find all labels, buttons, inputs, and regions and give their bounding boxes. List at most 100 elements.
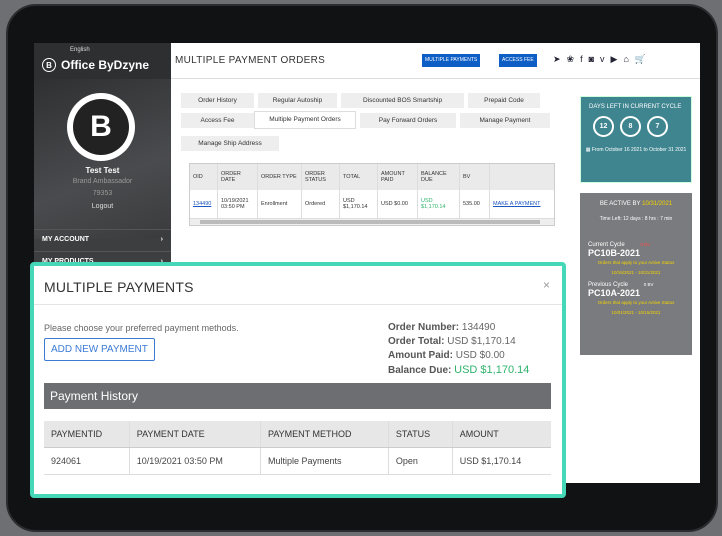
previous-cycle-bv: 0 BV <box>643 282 654 287</box>
cycle-range: ▦ From October 16 2021 to October 31 202… <box>581 137 691 154</box>
tab-manage-ship-address[interactable]: Manage Ship Address <box>181 136 279 151</box>
tab-prepaid-code[interactable]: Prepaid Code <box>468 93 540 108</box>
order-summary: Order Number: 134490 Order Total: USD $1… <box>388 321 529 378</box>
user-id: 79353 <box>92 190 113 197</box>
order-bv: 535.00 <box>460 190 490 218</box>
tab-pay-forward-orders[interactable]: Pay Forward Orders <box>360 113 456 128</box>
youtube-icon[interactable]: ▶ <box>611 54 618 65</box>
avatar-logo-icon: B <box>73 99 129 155</box>
current-cycle-bv: 0 BV <box>640 242 651 247</box>
payment-id: 924061 <box>44 447 130 475</box>
telegram-icon[interactable]: ➤ <box>553 54 561 65</box>
cycle-range-text: From October 16 2021 to October 31 2021 <box>591 147 687 153</box>
column-header: AMOUNT PAID <box>378 164 418 190</box>
order-number-value: 134490 <box>461 322 496 333</box>
brand-logo-icon: B <box>42 58 56 72</box>
payment-history-table: PAYMENTID PAYMENT DATE PAYMENT METHOD ST… <box>44 421 551 475</box>
community-icon[interactable]: ❀ <box>567 54 575 65</box>
tab-discounted-bos-smartship[interactable]: Discounted BOS Smartship <box>341 93 464 108</box>
order-number-label: Order Number: <box>388 322 460 333</box>
column-header: ORDER TYPE <box>258 164 302 190</box>
instagram-icon[interactable]: ◙ <box>589 54 594 65</box>
amount-paid-value: USD $0.00 <box>455 350 505 361</box>
tab-multiple-payment-orders[interactable]: Multiple Payment Orders <box>254 111 356 129</box>
horizontal-scrollbar[interactable] <box>190 218 554 225</box>
order-status: Ordered <box>302 190 340 218</box>
amount-paid-row: Amount Paid: USD $0.00 <box>388 349 529 363</box>
home-icon[interactable]: ⌂ <box>623 54 628 65</box>
cart-icon[interactable]: 🛒 <box>635 54 646 65</box>
order-total-value: USD $1,170.14 <box>447 336 516 347</box>
column-header: PAYMENTID <box>44 421 130 448</box>
column-header: ORDER DATE <box>218 164 258 190</box>
payment-history-header: Payment History <box>44 383 551 409</box>
table-row: 924061 10/19/2021 03:50 PM Multiple Paym… <box>44 447 551 475</box>
previous-cycle-range: 10/01/2021 - 10/15/2021 <box>611 310 661 315</box>
current-cycle-note: Orders that apply to your Active Status <box>597 260 675 265</box>
column-header: PAYMENT DATE <box>128 421 261 448</box>
order-id-link[interactable]: 134490 <box>190 190 218 218</box>
column-header: BV <box>460 164 490 190</box>
column-header: STATUS <box>387 421 453 448</box>
be-active-title: BE ACTIVE BY 10/31/2021 <box>580 193 692 208</box>
avatar: B <box>67 93 135 161</box>
be-active-date: 10/31/2021 <box>642 201 673 207</box>
logout-link[interactable]: Logout <box>34 203 171 210</box>
payment-amount: USD $1,170.14 <box>451 447 551 475</box>
header-icons: ➤ ❀ f ◙ v ▶ ⌂ 🛒 <box>553 54 646 65</box>
sidebar-item-my-account[interactable]: MY ACCOUNT › <box>34 229 171 251</box>
column-header: AMOUNT <box>451 421 551 448</box>
previous-cycle-code: PC10A-2021 <box>588 288 641 298</box>
tab-order-history[interactable]: Order History <box>181 93 254 108</box>
make-a-payment-link[interactable]: MAKE A PAYMENT <box>490 190 554 218</box>
column-header: PAYMENT METHOD <box>260 421 389 448</box>
tab-access-fee[interactable]: Access Fee <box>181 113 254 128</box>
days-left-card: DAYS LEFT IN CURRENT CYCLE 12 8 7 ▦ From… <box>580 96 692 183</box>
time-left: Time Left: 12 days : 8 hrs : 7 min <box>599 216 673 222</box>
tab-manage-payment[interactable]: Manage Payment <box>460 113 550 128</box>
current-cycle-code: PC10B-2021 <box>588 248 641 258</box>
user-name: Test Test <box>85 166 120 175</box>
table-row: 134490 10/19/2021 03:50 PM Enrollment Or… <box>190 190 554 218</box>
user-role: Brand Ambassador <box>72 178 133 185</box>
payment-status: Open <box>387 447 453 475</box>
add-new-payment-button[interactable]: ADD NEW PAYMENT <box>44 338 155 361</box>
balance-due-label: Balance Due: <box>388 365 452 376</box>
balance-due-row: Balance Due: USD $1,170.14 <box>388 363 529 378</box>
orders-table: OID ORDER DATE ORDER TYPE ORDER STATUS T… <box>189 163 555 226</box>
column-header <box>490 164 554 190</box>
payment-method: Multiple Payments <box>260 447 389 475</box>
column-header: OID <box>190 164 218 190</box>
payment-history-header-row: PAYMENTID PAYMENT DATE PAYMENT METHOD ST… <box>44 421 551 448</box>
order-number-row: Order Number: 134490 <box>388 321 529 335</box>
multiple-payments-modal: MULTIPLE PAYMENTS × Please choose your p… <box>30 262 566 498</box>
order-total-label: Order Total: <box>388 336 445 347</box>
modal-divider <box>34 304 562 305</box>
previous-cycle-label: Previous Cycle 0 BV <box>580 278 692 288</box>
sidebar-header: English B Office ByDzyne <box>34 43 171 79</box>
brand[interactable]: B Office ByDzyne <box>42 58 149 72</box>
close-icon[interactable]: × <box>543 278 550 292</box>
vimeo-icon[interactable]: v <box>600 54 605 65</box>
multiple-payments-button[interactable]: MULTIPLE PAYMENTS <box>422 54 481 67</box>
column-header: TOTAL <box>340 164 378 190</box>
chevron-right-icon: › <box>160 236 163 243</box>
order-type: Enrollment <box>258 190 302 218</box>
language-selector[interactable]: English <box>70 47 90 53</box>
minutes-counter: 7 <box>647 116 668 137</box>
order-amount-paid: USD $0.00 <box>378 190 418 218</box>
current-cycle-range: 10/16/2021 - 10/31/2021 <box>611 270 661 275</box>
access-fee-button[interactable]: ACCESS FEE <box>499 54 537 67</box>
payment-prompt: Please choose your preferred payment met… <box>44 323 239 333</box>
order-date: 10/19/2021 03:50 PM <box>218 190 258 218</box>
days-counter: 12 <box>593 116 614 137</box>
modal-title: MULTIPLE PAYMENTS <box>44 279 194 295</box>
balance-due-value: USD $1,170.14 <box>454 364 530 376</box>
order-total: USD $1,170.14 <box>340 190 378 218</box>
countdown: 12 8 7 <box>581 111 691 137</box>
facebook-icon[interactable]: f <box>580 54 583 65</box>
scrollbar-thumb[interactable] <box>200 220 540 224</box>
column-header: BALANCE DUE <box>418 164 460 190</box>
hours-counter: 8 <box>620 116 641 137</box>
tab-regular-autoship[interactable]: Regular Autoship <box>258 93 337 108</box>
